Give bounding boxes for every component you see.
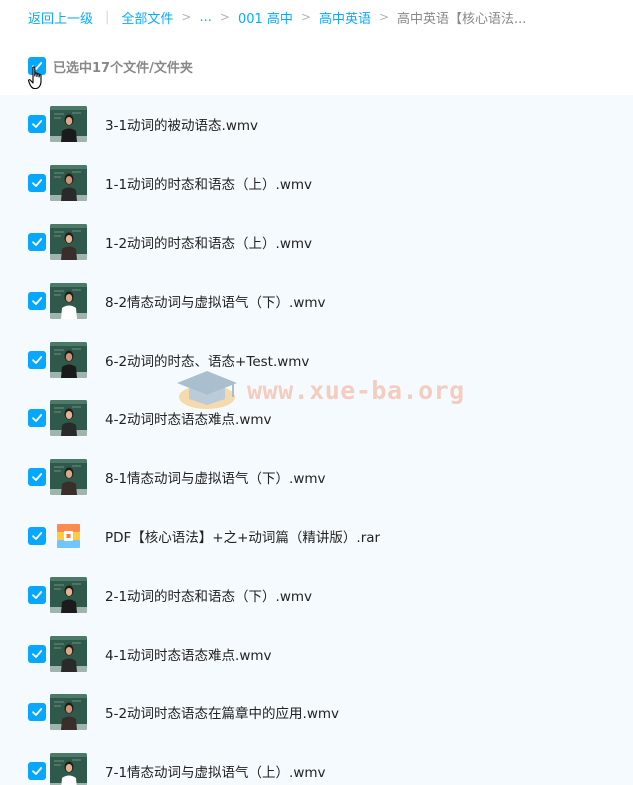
check-icon [32, 296, 43, 305]
file-row[interactable]: 2-1动词的时态和语态（下）.wmv [0, 565, 633, 624]
check-icon [32, 238, 43, 246]
file-name[interactable]: 4-1动词时态语态难点.wmv [105, 644, 272, 664]
file-thumbnail[interactable] [50, 282, 87, 319]
file-row[interactable]: 8-2情态动词与虚拟语气（下）.wmv [0, 271, 633, 330]
file-checkbox[interactable] [28, 291, 46, 310]
check-icon [32, 708, 43, 717]
file-name[interactable]: 5-2动词时态语态在篇章中的应用.wmv [105, 702, 339, 722]
file-row[interactable]: 4-2动词时态语态难点.wmv [0, 389, 633, 448]
file-name[interactable]: 3-1动词的被动语态.wmv [105, 114, 258, 134]
video-thumbnail-icon [50, 400, 87, 437]
file-name[interactable]: 2-1动词的时态和语态（下）.wmv [105, 585, 312, 605]
archive-file-icon [50, 517, 87, 554]
file-row[interactable]: 8-1情态动词与虚拟语气（下）.wmv [0, 448, 633, 507]
check-icon [32, 473, 43, 482]
check-icon [32, 179, 43, 188]
back-button[interactable]: 返回上一级 [28, 8, 93, 27]
file-checkbox[interactable] [28, 526, 46, 545]
file-row[interactable]: 1-2动词的时态和语态（上）.wmv [0, 213, 633, 272]
file-thumbnail[interactable] [50, 165, 87, 202]
file-name[interactable]: 8-2情态动词与虚拟语气（下）.wmv [105, 291, 326, 311]
file-checkbox[interactable] [28, 174, 46, 193]
chevron-right-icon: > [219, 10, 230, 24]
file-thumbnail[interactable] [50, 635, 87, 672]
breadcrumb: 返回上一级 | 全部文件 > ... > 001 高中 > 高中英语 > 高中英… [0, 0, 633, 34]
file-list: 3-1动词的被动语态.wmv 1-1动词的时态和语态（上）.wmv 1-2动词的时态… [0, 95, 633, 785]
check-icon [32, 120, 43, 129]
file-row[interactable]: 7-1情态动词与虚拟语气（上）.wmv [0, 742, 633, 785]
file-row[interactable]: 4-1动词时态语态难点.wmv [0, 624, 633, 683]
file-row[interactable]: 1-1动词的时态和语态（上）.wmv [0, 154, 633, 213]
chevron-right-icon: > [378, 10, 390, 24]
file-name[interactable]: 1-2动词的时态和语态（上）.wmv [105, 232, 312, 252]
selection-count: 已选中17个文件/文件夹 [53, 60, 193, 76]
video-thumbnail-icon [50, 341, 87, 378]
file-row[interactable]: 5-2动词时态语态在篇章中的应用.wmv [0, 683, 633, 742]
file-thumbnail[interactable] [50, 106, 87, 143]
file-thumbnail[interactable] [50, 223, 87, 260]
file-checkbox[interactable] [28, 350, 46, 369]
file-name[interactable]: 1-1动词的时态和语态（上）.wmv [105, 173, 312, 193]
video-thumbnail-icon [50, 459, 87, 496]
file-checkbox[interactable] [28, 409, 46, 428]
breadcrumb-crumb-1[interactable]: 001 高中 [238, 8, 293, 27]
file-checkbox[interactable] [28, 468, 46, 487]
file-thumbnail[interactable] [50, 576, 87, 613]
check-icon [32, 414, 43, 423]
file-checkbox[interactable] [28, 585, 46, 604]
chevron-right-icon: > [181, 10, 192, 24]
file-row[interactable]: 6-2动词的时态、语态+Test.wmv [0, 330, 633, 389]
check-icon [32, 532, 43, 540]
file-thumbnail[interactable] [50, 459, 87, 496]
check-icon [32, 62, 43, 70]
check-icon [32, 649, 43, 658]
check-icon [32, 590, 43, 599]
file-row[interactable]: PDF【核心语法】+之+动词篇（精讲版）.rar [0, 507, 633, 566]
file-name[interactable]: PDF【核心语法】+之+动词篇（精讲版）.rar [105, 526, 380, 546]
video-thumbnail-icon [50, 106, 87, 143]
file-checkbox[interactable] [28, 115, 46, 134]
video-thumbnail-icon [50, 635, 87, 672]
breadcrumb-ellipsis[interactable]: ... [199, 10, 211, 25]
file-name[interactable]: 8-1情态动词与虚拟语气（下）.wmv [105, 467, 326, 487]
file-thumbnail[interactable] [50, 753, 87, 785]
selection-bar: 已选中17个文件/文件夹 [0, 50, 633, 82]
breadcrumb-current: 高中英语【核心语法... [397, 11, 527, 27]
breadcrumb-crumb-2[interactable]: 高中英语 [319, 8, 371, 27]
file-row[interactable]: 3-1动词的被动语态.wmv [0, 95, 633, 154]
file-name[interactable]: 4-2动词时态语态难点.wmv [105, 408, 272, 428]
breadcrumb-divider: | [105, 9, 110, 25]
breadcrumb-all-files[interactable]: 全部文件 [121, 8, 173, 27]
file-thumbnail[interactable] [50, 400, 87, 437]
check-icon [32, 767, 43, 776]
video-thumbnail-icon [50, 753, 87, 785]
video-thumbnail-icon [50, 694, 87, 731]
check-icon [32, 355, 43, 364]
file-thumbnail[interactable] [50, 694, 87, 731]
file-thumbnail[interactable] [50, 341, 87, 378]
file-checkbox[interactable] [28, 703, 46, 722]
file-checkbox[interactable] [28, 762, 46, 781]
file-thumbnail[interactable] [50, 517, 87, 554]
video-thumbnail-icon [50, 282, 87, 319]
file-checkbox[interactable] [28, 644, 46, 663]
chevron-right-icon: > [300, 10, 311, 24]
video-thumbnail-icon [50, 165, 87, 202]
select-all-checkbox[interactable] [28, 57, 46, 75]
video-thumbnail-icon [50, 576, 87, 613]
file-name[interactable]: 7-1情态动词与虚拟语气（上）.wmv [105, 761, 326, 781]
file-checkbox[interactable] [28, 232, 46, 251]
video-thumbnail-icon [50, 223, 87, 260]
file-name[interactable]: 6-2动词的时态、语态+Test.wmv [105, 350, 309, 370]
